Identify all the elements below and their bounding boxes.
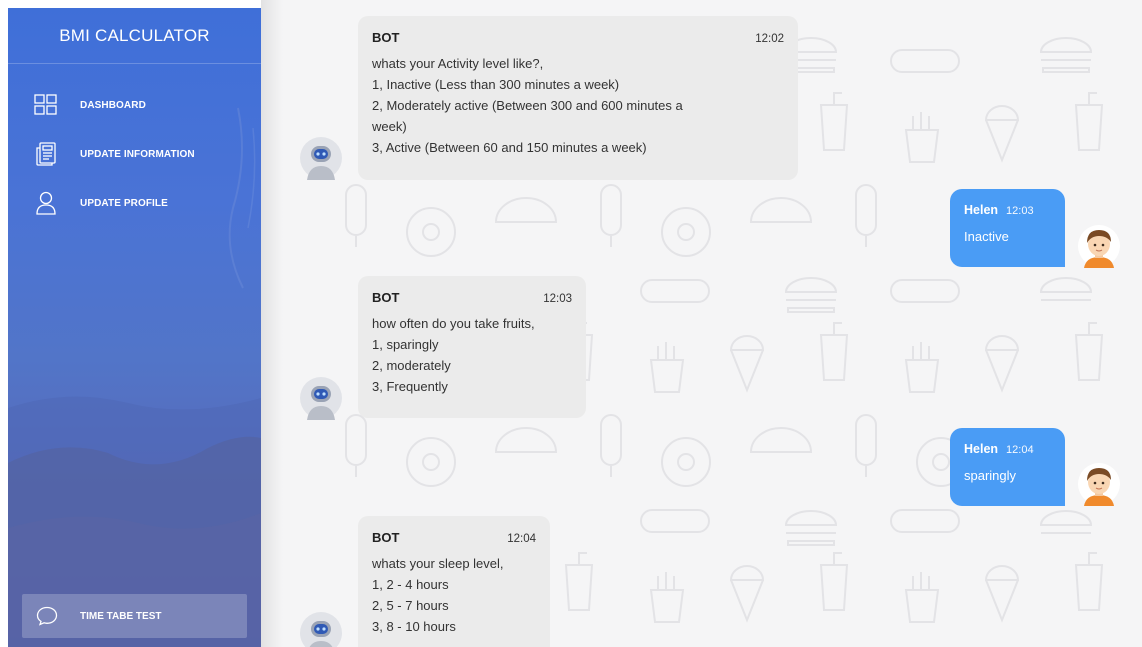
sidebar-item-label: DASHBOARD bbox=[80, 99, 146, 111]
bot-message-bubble: BOT 12:02 whats your Activity level like… bbox=[358, 16, 798, 180]
message-line: week) bbox=[372, 119, 407, 134]
chat-bubble-icon bbox=[36, 606, 58, 626]
message-line: 3, Active (Between 60 and 150 minutes a … bbox=[372, 140, 647, 155]
message-sender: Helen bbox=[964, 203, 999, 217]
bot-avatar bbox=[300, 377, 342, 420]
document-icon bbox=[34, 142, 58, 166]
user-message-bubble: Helen 12:04 sparingly bbox=[950, 428, 1065, 506]
sidebar-item-update-information[interactable]: UPDATE INFORMATION bbox=[34, 139, 195, 169]
message-time: 12:03 bbox=[1006, 205, 1034, 217]
message-text: whats your Activity level like?, 1, Inac… bbox=[372, 53, 784, 158]
message-text: whats your sleep level, 1, 2 - 4 hours 2… bbox=[372, 553, 536, 637]
message-line: 3, Frequently bbox=[372, 379, 448, 394]
message-text: sparingly bbox=[964, 468, 1017, 483]
app-title: BMI CALCULATOR bbox=[59, 26, 210, 45]
message-line: how often do you take fruits, bbox=[372, 316, 535, 331]
user-icon bbox=[34, 191, 58, 215]
message-line: 1, 2 - 4 hours bbox=[372, 577, 449, 592]
user-avatar bbox=[1078, 225, 1120, 268]
chat-area-shadow bbox=[261, 0, 283, 647]
sidebar-item-update-profile[interactable]: UPDATE PROFILE bbox=[34, 188, 168, 218]
message-time: 12:04 bbox=[507, 533, 536, 545]
sidebar-divider bbox=[8, 63, 261, 64]
message-line: 3, 8 - 10 hours bbox=[372, 619, 456, 634]
message-line: 2, Moderately active (Between 300 and 60… bbox=[372, 98, 683, 113]
user-avatar bbox=[1078, 463, 1120, 506]
message-sender: BOT bbox=[372, 530, 400, 545]
bot-avatar bbox=[300, 612, 342, 647]
dashboard-grid-icon bbox=[34, 93, 58, 117]
message-line: whats your sleep level, bbox=[372, 556, 504, 571]
sidebar-item-dashboard[interactable]: DASHBOARD bbox=[34, 90, 146, 120]
sidebar-item-label: UPDATE INFORMATION bbox=[80, 148, 195, 160]
time-table-test-button[interactable]: TIME TABE TEST bbox=[22, 594, 247, 638]
time-table-test-label: TIME TABE TEST bbox=[80, 610, 162, 622]
sidebar-item-label: UPDATE PROFILE bbox=[80, 197, 168, 209]
message-sender: Helen bbox=[964, 442, 999, 456]
bot-message-bubble: BOT 12:03 how often do you take fruits, … bbox=[358, 276, 586, 418]
sidebar: BMI CALCULATOR DASHBOARD UPDATE INFORMAT… bbox=[8, 8, 261, 647]
chat-area: BOT 12:02 whats your Activity level like… bbox=[261, 0, 1142, 647]
bot-message-bubble: BOT 12:04 whats your sleep level, 1, 2 -… bbox=[358, 516, 550, 647]
message-line: whats your Activity level like?, bbox=[372, 56, 544, 71]
bot-avatar bbox=[300, 137, 342, 180]
message-sender: BOT bbox=[372, 30, 400, 45]
message-sender: BOT bbox=[372, 290, 400, 305]
message-line: 2, moderately bbox=[372, 358, 451, 373]
message-time: 12:04 bbox=[1006, 444, 1034, 456]
message-text: how often do you take fruits, 1, sparing… bbox=[372, 313, 572, 397]
message-line: 1, Inactive (Less than 300 minutes a wee… bbox=[372, 77, 620, 92]
message-text: Inactive bbox=[964, 229, 1009, 244]
message-line: 2, 5 - 7 hours bbox=[372, 598, 449, 613]
message-time: 12:02 bbox=[755, 33, 784, 45]
message-line: 1, sparingly bbox=[372, 337, 439, 352]
user-message-bubble: Helen 12:03 Inactive bbox=[950, 189, 1065, 267]
message-time: 12:03 bbox=[543, 293, 572, 305]
